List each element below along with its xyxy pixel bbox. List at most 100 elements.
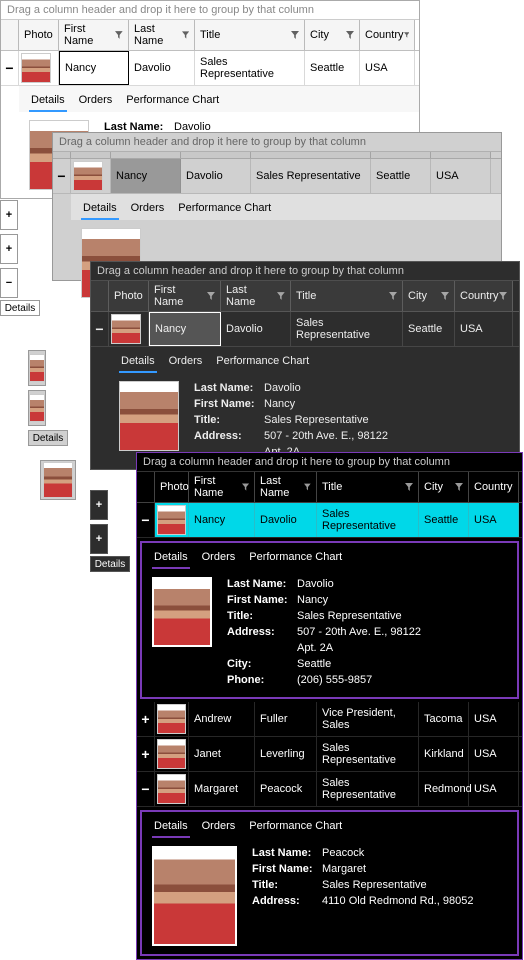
col-title[interactable]: Title: [291, 281, 403, 311]
col-title[interactable]: Title: [317, 472, 419, 502]
table-row[interactable]: − Nancy Davolio Sales Representative Sea…: [53, 159, 501, 194]
collapse-button[interactable]: −: [0, 268, 18, 298]
city-cell[interactable]: Seattle: [403, 312, 455, 346]
col-photo[interactable]: [71, 152, 111, 158]
table-row[interactable]: − Nancy Davolio Sales Representative Sea…: [91, 312, 519, 347]
title-cell[interactable]: Vice President, Sales: [317, 702, 419, 736]
last-name-cell[interactable]: Davolio: [181, 159, 251, 193]
table-row[interactable]: − Nancy Davolio Sales Representative Sea…: [137, 503, 522, 538]
title-cell[interactable]: Sales Representative: [317, 772, 419, 806]
filter-icon[interactable]: [277, 292, 285, 300]
expand-button[interactable]: +: [0, 234, 18, 264]
last-name-cell[interactable]: Peacock: [255, 772, 317, 806]
expand-button[interactable]: +: [90, 490, 108, 520]
col-title[interactable]: Title: [195, 20, 305, 50]
col-city[interactable]: City: [403, 281, 455, 311]
tab-details[interactable]: Details: [29, 90, 67, 112]
col-country[interactable]: Country: [360, 20, 415, 50]
table-row[interactable]: − Nancy Davolio Sales Representative Sea…: [1, 51, 419, 86]
col-photo[interactable]: Photo: [19, 20, 59, 50]
group-by-bar[interactable]: Drag a column header and drop it here to…: [137, 453, 522, 472]
first-name-cell[interactable]: Nancy: [149, 312, 221, 346]
city-cell[interactable]: Seattle: [419, 503, 469, 537]
city-cell[interactable]: Redmond: [419, 772, 469, 806]
col-last-name[interactable]: Last Name: [221, 281, 291, 311]
expand-button[interactable]: +: [137, 702, 155, 736]
avatar-button[interactable]: [40, 460, 76, 500]
col-country[interactable]: [431, 152, 491, 158]
col-city[interactable]: City: [305, 20, 360, 50]
filter-icon[interactable]: [346, 31, 354, 39]
col-first-name[interactable]: First Name: [149, 281, 221, 311]
last-name-cell[interactable]: Leverling: [255, 737, 317, 771]
first-name-cell[interactable]: Margaret: [189, 772, 255, 806]
col-photo[interactable]: Photo: [109, 281, 149, 311]
tab-details[interactable]: Details: [119, 351, 157, 373]
tab-orders[interactable]: Orders: [129, 198, 167, 220]
expand-button[interactable]: [28, 390, 46, 426]
col-first-name[interactable]: First Name: [189, 472, 255, 502]
group-by-bar[interactable]: Drag a column header and drop it here to…: [53, 133, 501, 152]
tab-performance[interactable]: Performance Chart: [214, 351, 311, 373]
country-cell[interactable]: USA: [469, 772, 519, 806]
filter-icon[interactable]: [304, 483, 311, 491]
expand-button[interactable]: +: [0, 200, 18, 230]
country-cell[interactable]: USA: [360, 51, 415, 85]
col-last-name[interactable]: Last Name: [129, 20, 195, 50]
expand-button[interactable]: +: [90, 524, 108, 554]
tab-details[interactable]: Details: [81, 198, 119, 220]
tab-details[interactable]: Details: [152, 816, 190, 838]
tab-performance[interactable]: Performance Chart: [247, 547, 344, 569]
tab-orders[interactable]: Orders: [77, 90, 115, 112]
first-name-cell[interactable]: Janet: [189, 737, 255, 771]
filter-icon[interactable]: [242, 483, 249, 491]
col-country[interactable]: Country: [455, 281, 513, 311]
group-by-bar[interactable]: Drag a column header and drop it here to…: [91, 262, 519, 281]
filter-icon[interactable]: [404, 31, 409, 39]
collapse-button[interactable]: −: [137, 772, 155, 806]
city-cell[interactable]: Tacoma: [419, 702, 469, 736]
first-name-cell[interactable]: Nancy: [59, 51, 129, 85]
table-row[interactable]: − Margaret Peacock Sales Representative …: [137, 772, 522, 807]
group-by-bar[interactable]: Drag a column header and drop it here to…: [1, 1, 419, 20]
filter-icon[interactable]: [455, 483, 463, 491]
expand-button[interactable]: +: [137, 737, 155, 771]
tab-orders[interactable]: Orders: [167, 351, 205, 373]
title-cell[interactable]: Sales Representative: [195, 51, 305, 85]
first-name-cell[interactable]: Nancy: [189, 503, 255, 537]
col-first-name[interactable]: First Name: [59, 20, 129, 50]
tab-performance[interactable]: Performance Chart: [124, 90, 221, 112]
last-name-cell[interactable]: Fuller: [255, 702, 317, 736]
expand-button[interactable]: [28, 350, 46, 386]
last-name-cell[interactable]: Davolio: [255, 503, 317, 537]
tab-performance[interactable]: Performance Chart: [247, 816, 344, 838]
first-name-cell[interactable]: Nancy: [111, 159, 181, 193]
collapse-button[interactable]: −: [137, 503, 155, 537]
filter-icon[interactable]: [389, 292, 397, 300]
filter-icon[interactable]: [115, 31, 123, 39]
tab-details[interactable]: Details: [90, 556, 130, 572]
tab-performance[interactable]: Performance Chart: [176, 198, 273, 220]
col-city[interactable]: City: [419, 472, 469, 502]
collapse-button[interactable]: −: [91, 312, 109, 346]
country-cell[interactable]: USA: [431, 159, 491, 193]
city-cell[interactable]: Seattle: [305, 51, 360, 85]
col-country[interactable]: Country: [469, 472, 519, 502]
filter-icon[interactable]: [207, 292, 215, 300]
tab-details[interactable]: Details: [28, 430, 68, 446]
country-cell[interactable]: USA: [469, 737, 519, 771]
filter-icon[interactable]: [499, 292, 507, 300]
tab-orders[interactable]: Orders: [200, 816, 238, 838]
collapse-button[interactable]: −: [1, 51, 19, 85]
first-name-cell[interactable]: Andrew: [189, 702, 255, 736]
col-photo[interactable]: Photo: [155, 472, 189, 502]
tab-details[interactable]: Details: [0, 300, 40, 316]
filter-icon[interactable]: [441, 292, 449, 300]
filter-icon[interactable]: [291, 31, 299, 39]
col-city[interactable]: [371, 152, 431, 158]
tab-details[interactable]: Details: [152, 547, 190, 569]
col-last-name[interactable]: Last Name: [255, 472, 317, 502]
city-cell[interactable]: Kirkland: [419, 737, 469, 771]
collapse-button[interactable]: −: [53, 159, 71, 193]
country-cell[interactable]: USA: [469, 702, 519, 736]
